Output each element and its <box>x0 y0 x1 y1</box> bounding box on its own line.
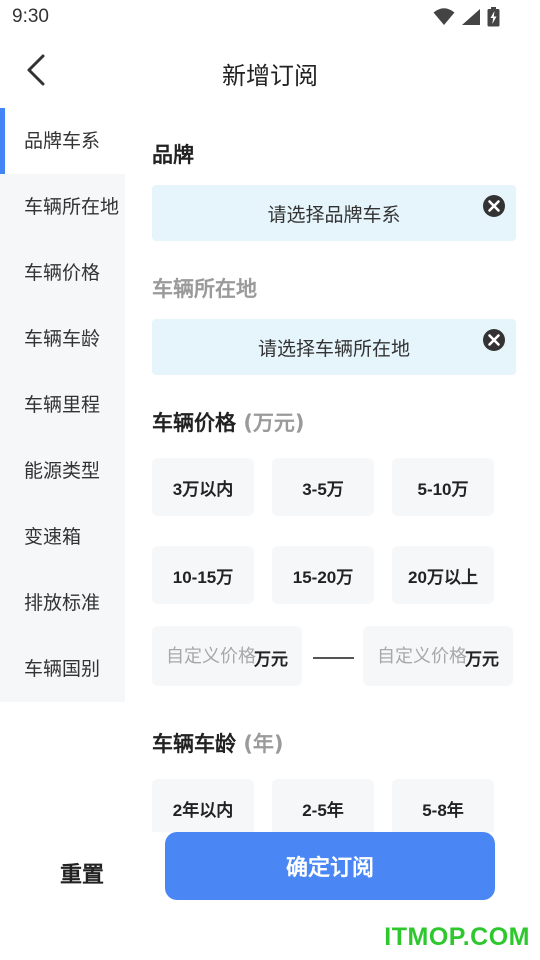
bottom-action-bar: 重置 确定订阅 ITMOP.COM <box>0 832 540 960</box>
price-option[interactable]: 5-10万 <box>392 458 494 516</box>
age-option[interactable]: 2-5年 <box>272 779 374 837</box>
price-unit: (万元) <box>243 411 305 435</box>
age-option[interactable]: 5-8年 <box>392 779 494 837</box>
status-bar: 9:30 <box>0 0 540 36</box>
custom-price-max: 万元 <box>363 626 513 686</box>
wifi-icon <box>433 8 455 30</box>
clear-icon[interactable] <box>482 328 506 352</box>
price-option[interactable]: 10-15万 <box>152 546 254 604</box>
price-section-title: 车辆价格 (万元) <box>152 407 305 437</box>
status-icons <box>433 7 500 31</box>
age-title-text: 车辆车龄 <box>152 732 236 756</box>
brand-select[interactable]: 请选择品牌车系 <box>152 185 516 241</box>
sidebar-item-gearbox[interactable]: 变速箱 <box>0 504 125 570</box>
confirm-subscribe-button[interactable]: 确定订阅 <box>165 832 495 900</box>
sidebar-item-price[interactable]: 车辆价格 <box>0 240 125 306</box>
watermark-logo: ITMOP.COM <box>384 923 530 951</box>
price-option[interactable]: 20万以上 <box>392 546 494 604</box>
page-title: 新增订阅 <box>222 62 318 90</box>
location-select-placeholder: 请选择车辆所在地 <box>257 337 410 360</box>
sidebar-item-brand[interactable]: 品牌车系 <box>0 108 125 174</box>
custom-price-unit: 万元 <box>254 650 288 670</box>
custom-price-unit: 万元 <box>465 650 499 670</box>
reset-button[interactable]: 重置 <box>40 848 124 898</box>
sidebar-item-emission[interactable]: 排放标准 <box>0 570 125 636</box>
custom-price-min-input[interactable] <box>166 626 260 686</box>
price-option[interactable]: 3-5万 <box>272 458 374 516</box>
age-option[interactable]: 2年以内 <box>152 779 254 837</box>
price-title-text: 车辆价格 <box>152 411 236 435</box>
custom-price-min: 万元 <box>152 626 302 686</box>
signal-icon <box>461 8 481 30</box>
location-section-title: 车辆所在地 <box>152 277 257 301</box>
brand-select-placeholder: 请选择品牌车系 <box>267 203 401 226</box>
range-separator <box>313 657 354 659</box>
sidebar: 品牌车系 车辆所在地 车辆价格 车辆车龄 车辆里程 能源类型 变速箱 排放标准 … <box>0 108 125 702</box>
status-time: 9:30 <box>12 6 49 27</box>
sidebar-item-location[interactable]: 车辆所在地 <box>0 174 125 240</box>
clear-icon[interactable] <box>482 194 506 218</box>
sidebar-item-mileage[interactable]: 车辆里程 <box>0 372 125 438</box>
age-section-title: 车辆车龄 (年) <box>152 728 284 758</box>
sidebar-item-energy[interactable]: 能源类型 <box>0 438 125 504</box>
location-select[interactable]: 请选择车辆所在地 <box>152 319 516 375</box>
price-option[interactable]: 15-20万 <box>272 546 374 604</box>
sidebar-item-age[interactable]: 车辆车龄 <box>0 306 125 372</box>
custom-price-max-input[interactable] <box>377 626 471 686</box>
brand-section-title: 品牌 <box>152 143 194 167</box>
age-unit: (年) <box>243 732 284 756</box>
top-bar: 新增订阅 <box>0 36 540 108</box>
sidebar-item-country[interactable]: 车辆国别 <box>0 636 125 702</box>
battery-charging-icon <box>487 7 500 31</box>
price-option[interactable]: 3万以内 <box>152 458 254 516</box>
